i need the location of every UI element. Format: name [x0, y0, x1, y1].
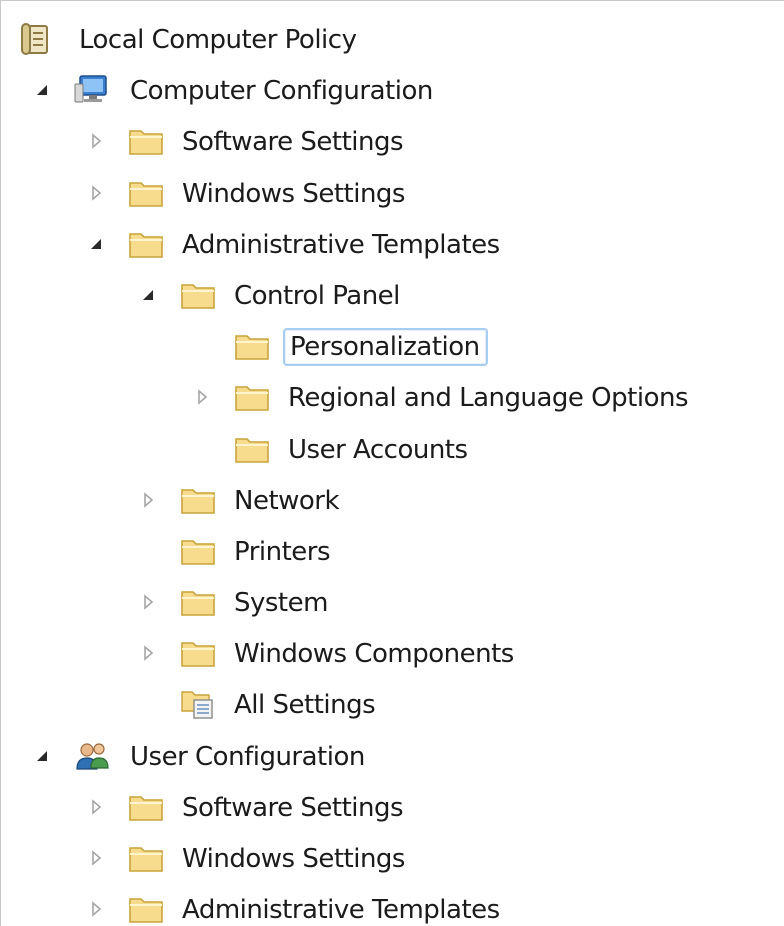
- tree-node-personalization[interactable]: Personalization: [0, 321, 784, 372]
- tree-node-label: Network: [234, 485, 340, 516]
- tree-node-system[interactable]: System: [0, 577, 784, 628]
- expand-arrow-icon[interactable]: [88, 850, 104, 866]
- expand-arrow-icon[interactable]: [88, 133, 104, 150]
- tree-node-uc-windows-settings[interactable]: Windows Settings: [0, 833, 784, 884]
- folder-icon: [126, 123, 166, 159]
- folder-icon: [178, 482, 218, 518]
- tree-node-user-configuration[interactable]: User Configuration: [0, 731, 784, 782]
- folder-icon: [178, 584, 218, 620]
- folder-icon: [178, 533, 218, 569]
- tree-node-label: User Accounts: [288, 434, 468, 465]
- expand-arrow-icon[interactable]: [88, 901, 104, 917]
- folder-icon: [126, 175, 166, 211]
- tree-node-regional-and-language-options[interactable]: Regional and Language Options: [0, 372, 784, 423]
- tree-node-windows-components[interactable]: Windows Components: [0, 628, 784, 679]
- collapse-arrow-icon[interactable]: [34, 748, 50, 764]
- folder-icon: [232, 328, 272, 364]
- tree-root-local-computer-policy[interactable]: Local Computer Policy: [0, 14, 784, 65]
- folder-icon: [126, 789, 166, 825]
- folder-icon: [232, 379, 272, 415]
- tree-node-control-panel[interactable]: Control Panel: [0, 270, 784, 321]
- expand-arrow-icon[interactable]: [88, 799, 104, 815]
- folder-icon: [126, 226, 166, 262]
- tree-node-label: All Settings: [234, 690, 376, 721]
- expand-arrow-icon[interactable]: [140, 491, 156, 508]
- tree-node-user-accounts[interactable]: User Accounts: [0, 424, 784, 475]
- policy-document-icon: [18, 21, 58, 57]
- tree-node-cc-windows-settings[interactable]: Windows Settings: [0, 168, 784, 219]
- tree-node-label: Control Panel: [234, 280, 400, 311]
- tree-node-label: Printers: [234, 536, 331, 567]
- tree-node-printers[interactable]: Printers: [0, 526, 784, 577]
- expand-arrow-icon[interactable]: [88, 184, 104, 201]
- tree-node-label: Windows Components: [234, 639, 514, 670]
- folder-icon: [178, 635, 218, 671]
- tree-node-uc-administrative-templates[interactable]: Administrative Templates: [0, 884, 784, 926]
- all-settings-icon: [178, 686, 218, 722]
- tree-node-label: Regional and Language Options: [288, 383, 689, 414]
- expand-arrow-icon[interactable]: [140, 594, 156, 610]
- user-icon: [72, 738, 112, 774]
- expand-arrow-icon[interactable]: [140, 645, 156, 661]
- tree-node-label-selected: Personalization: [283, 328, 488, 367]
- tree-node-all-settings[interactable]: All Settings: [0, 679, 784, 730]
- collapse-arrow-icon[interactable]: [34, 82, 50, 98]
- tree-node-cc-administrative-templates[interactable]: Administrative Templates: [0, 219, 784, 270]
- computer-icon: [72, 72, 112, 108]
- collapse-arrow-icon[interactable]: [88, 236, 104, 252]
- tree-node-label: System: [234, 588, 328, 619]
- folder-icon: [126, 840, 166, 876]
- expand-arrow-icon[interactable]: [194, 389, 210, 406]
- tree-node-label: Windows Settings: [182, 844, 405, 874]
- policy-tree: Local Computer Policy Computer Configura…: [0, 14, 784, 926]
- tree-node-computer-configuration[interactable]: Computer Configuration: [0, 65, 784, 116]
- folder-icon: [126, 891, 166, 926]
- tree-node-label: Local Computer Policy: [79, 25, 357, 55]
- folder-icon: [178, 277, 218, 313]
- tree-node-label: User Configuration: [130, 741, 365, 772]
- group-policy-editor-tree-pane: Local Computer Policy Computer Configura…: [0, 0, 784, 926]
- tree-node-label: Windows Settings: [182, 178, 405, 209]
- collapse-arrow-icon[interactable]: [140, 287, 156, 303]
- tree-node-label: Administrative Templates: [182, 229, 500, 260]
- tree-node-label: Computer Configuration: [130, 76, 433, 107]
- tree-node-label: Administrative Templates: [182, 895, 500, 926]
- tree-node-network[interactable]: Network: [0, 475, 784, 526]
- tree-node-label: Software Settings: [182, 792, 404, 823]
- folder-icon: [232, 431, 272, 467]
- tree-node-uc-software-settings[interactable]: Software Settings: [0, 782, 784, 833]
- tree-node-cc-software-settings[interactable]: Software Settings: [0, 116, 784, 167]
- tree-node-label: Software Settings: [182, 127, 404, 158]
